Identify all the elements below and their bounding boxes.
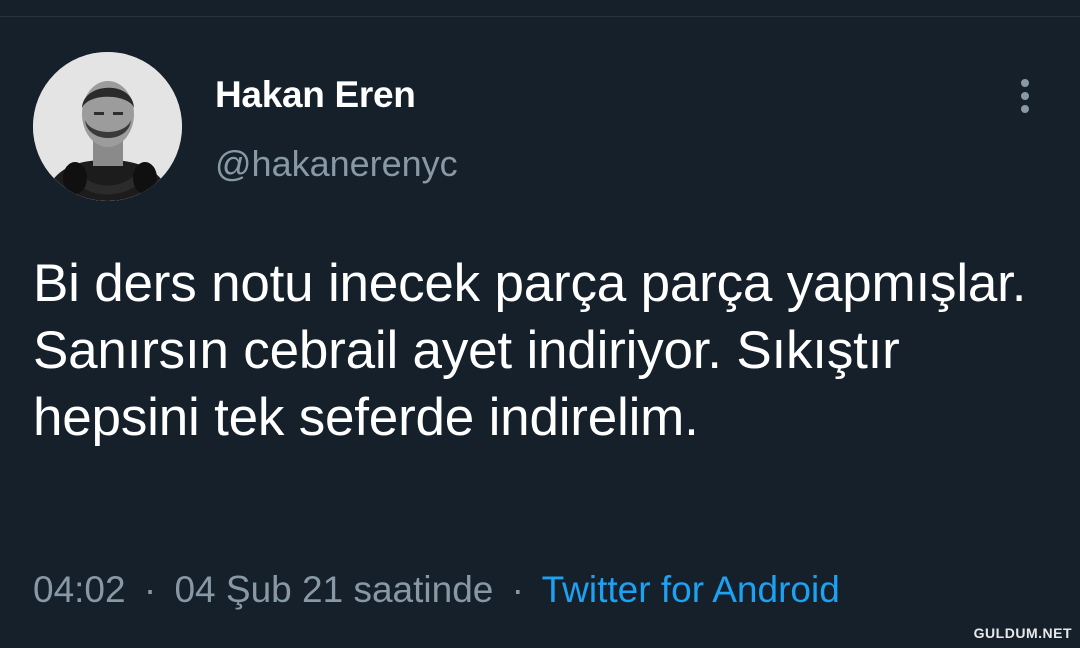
username-handle[interactable]: @hakanerenyc [215,143,458,185]
display-name[interactable]: Hakan Eren [215,74,416,116]
meta-separator: · [143,569,157,610]
top-divider [0,16,1080,17]
avatar[interactable] [33,52,182,201]
tweet-text: Bi ders notu inecek parça parça yapmışla… [33,254,1027,447]
tweet-metadata: 04:02 · 04 Şub 21 saatinde · Twitter for… [33,568,840,612]
profile-photo [33,52,182,201]
tweet-screen: Hakan Eren @hakanerenyc Bi ders notu ine… [0,0,1080,648]
more-vertical-icon[interactable] [1010,78,1040,114]
meta-separator: · [511,569,524,610]
tweet-time: 04:02 [33,569,126,610]
tweet-date: 04 Şub 21 saatinde [174,569,494,610]
watermark: GULDUM.NET [973,625,1072,641]
tweet-source-link[interactable]: Twitter for Android [542,569,840,610]
